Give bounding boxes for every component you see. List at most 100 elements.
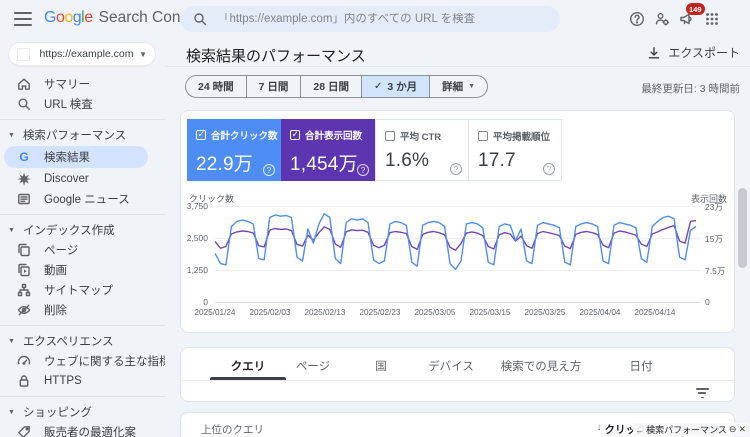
- tab-queries[interactable]: クエリ: [231, 358, 266, 374]
- x-tick: 2025/04/14: [634, 308, 676, 317]
- divider: [0, 214, 165, 215]
- help-icon[interactable]: ?: [357, 164, 369, 176]
- sidebar-section-experience[interactable]: ▼ エクスペリエンス: [0, 331, 165, 351]
- discover-icon: [16, 171, 32, 187]
- status-overlay: ← 検索パフォーマンス ⊖ ✕: [633, 423, 748, 436]
- range-custom[interactable]: 詳細 ▼: [429, 76, 487, 97]
- gridline-zero: [215, 302, 700, 303]
- eye-off-icon: [16, 302, 32, 318]
- sidebar-item-label: 削除: [44, 305, 67, 317]
- metric-average-ctr[interactable]: 平均 CTR 1.6% ?: [375, 119, 469, 181]
- y-tick-right: 0: [705, 297, 710, 307]
- table-header-top-queries: 上位のクエリ: [201, 424, 264, 436]
- sidebar-nav: サマリー URL 検査 ▼ 検索パフォーマンス G 検索結果 Discover …: [0, 74, 165, 437]
- url-inspect-input[interactable]: [218, 13, 548, 25]
- export-button[interactable]: エクスポート: [646, 44, 740, 61]
- chevron-down-icon: ▼: [8, 408, 15, 416]
- tab-search-appearance[interactable]: 検索での見え方: [501, 358, 582, 374]
- sidebar-item-summary[interactable]: サマリー: [0, 74, 165, 94]
- checkbox-checked-icon[interactable]: [290, 129, 300, 140]
- metric-total-impressions[interactable]: 合計表示回数 1,454万 ?: [281, 119, 375, 181]
- sidebar-item-pages[interactable]: ページ: [0, 240, 165, 260]
- range-28d[interactable]: 28 日間: [300, 76, 361, 97]
- news-icon: [16, 191, 32, 207]
- divider: [0, 396, 165, 397]
- logo-letter: g: [72, 9, 82, 26]
- download-icon: [649, 46, 660, 58]
- help-icon[interactable]: ?: [263, 164, 275, 176]
- user-settings-icon[interactable]: [651, 8, 673, 30]
- help-icon[interactable]: ?: [450, 163, 462, 175]
- lock-icon: [16, 373, 32, 389]
- tab-devices[interactable]: デバイス: [428, 358, 474, 374]
- sidebar-section-indexing[interactable]: ▼ インデックス作成: [0, 220, 165, 240]
- x-tick: 2025/02/23: [359, 308, 401, 317]
- vertical-scrollbar-thumb[interactable]: [738, 188, 747, 268]
- metric-tiles: 合計クリック数 22.9万 ? 合計表示回数 1,454万 ? 平均 CTR 1…: [187, 119, 562, 181]
- metric-label: 合計クリック数: [211, 131, 278, 142]
- metric-label: 平均 CTR: [400, 132, 442, 143]
- sidebar-item-search-results[interactable]: G 検索結果: [4, 146, 148, 168]
- x-tick: 2025/04/04: [579, 308, 621, 317]
- y-tick-left: 0: [203, 297, 208, 307]
- range-7d[interactable]: 7 日間: [245, 76, 301, 97]
- metric-average-position[interactable]: 平均掲載順位 17.7 ?: [468, 119, 562, 181]
- sidebar-item-discover[interactable]: Discover: [0, 169, 165, 189]
- sidebar-item-label: 販売者の最適化案: [44, 427, 136, 437]
- x-tick: 2025/03/25: [524, 308, 566, 317]
- video-icon: [16, 262, 32, 278]
- sidebar-item-core-web-vitals[interactable]: ウェブに関する主な指標: [0, 351, 165, 371]
- sidebar-item-sitemaps[interactable]: サイトマップ: [0, 280, 165, 300]
- app-header: Google Search Console 149: [0, 0, 750, 38]
- sidebar-item-merchant-opportunities[interactable]: 販売者の最適化案: [0, 422, 165, 437]
- range-24h[interactable]: 24 時間: [186, 76, 246, 97]
- close-icon[interactable]: ✕: [738, 424, 746, 435]
- metric-total-clicks[interactable]: 合計クリック数 22.9万 ?: [187, 119, 281, 181]
- help-icon[interactable]: ?: [543, 163, 555, 175]
- notification-badge: 149: [686, 3, 705, 15]
- divider: [0, 119, 165, 120]
- sidebar-item-label: サマリー: [44, 79, 90, 91]
- filter-icon[interactable]: [694, 386, 710, 400]
- property-selector[interactable]: https://example.com ▼: [8, 42, 156, 66]
- checkbox-checked-icon[interactable]: [196, 129, 206, 140]
- performance-line-chart[interactable]: [214, 206, 697, 302]
- minus-circle-icon[interactable]: ⊖: [729, 424, 737, 435]
- sidebar-item-removals[interactable]: 削除: [0, 300, 165, 320]
- property-domain: https://example.com: [39, 48, 134, 60]
- sidebar-item-label: 検索結果: [44, 152, 90, 164]
- checkbox-unchecked-icon[interactable]: [385, 131, 395, 141]
- sidebar-item-url-inspection[interactable]: URL 検査: [0, 94, 165, 114]
- sidebar-item-label: Google ニュース: [44, 194, 130, 206]
- tag-icon: [16, 424, 32, 437]
- checkbox-unchecked-icon[interactable]: [478, 131, 488, 141]
- y-tick-left: 3,750: [186, 201, 208, 211]
- range-3mo[interactable]: ✓ 3 か月: [360, 76, 430, 97]
- tab-pages[interactable]: ページ: [296, 358, 330, 374]
- menu-icon[interactable]: [14, 12, 32, 26]
- impressions-line: [214, 219, 697, 251]
- sidebar-section-label: ショッピング: [22, 407, 92, 419]
- sidebar-item-https[interactable]: HTTPS: [0, 371, 165, 391]
- chevron-down-icon: ▼: [8, 226, 15, 234]
- logo-letter: o: [55, 9, 65, 26]
- sidebar-item-label: ウェブに関する主な指標: [44, 356, 165, 368]
- tab-countries[interactable]: 国: [375, 358, 387, 374]
- x-tick: 2025/02/13: [304, 308, 346, 317]
- pages-icon: [16, 242, 32, 258]
- sidebar-section-performance[interactable]: ▼ 検索パフォーマンス: [0, 125, 165, 145]
- export-label: エクスポート: [668, 46, 740, 60]
- sidebar-section-shopping[interactable]: ▼ ショッピング: [0, 402, 165, 422]
- y-tick-right: 15万: [705, 234, 723, 244]
- url-inspect-searchbar[interactable]: [180, 6, 560, 32]
- sidebar-item-google-news[interactable]: Google ニュース: [0, 189, 165, 209]
- sidebar-item-videos[interactable]: 動画: [0, 260, 165, 280]
- check-icon: ✓: [373, 81, 383, 92]
- speedometer-icon: [16, 353, 32, 369]
- clicks-line: [214, 212, 697, 271]
- help-icon[interactable]: [626, 8, 648, 30]
- back-arrow-icon[interactable]: ←: [635, 425, 644, 435]
- divider: [0, 325, 165, 326]
- tab-dates[interactable]: 日付: [630, 358, 653, 374]
- performance-chart-card: 合計クリック数 22.9万 ? 合計表示回数 1,454万 ? 平均 CTR 1…: [180, 110, 735, 333]
